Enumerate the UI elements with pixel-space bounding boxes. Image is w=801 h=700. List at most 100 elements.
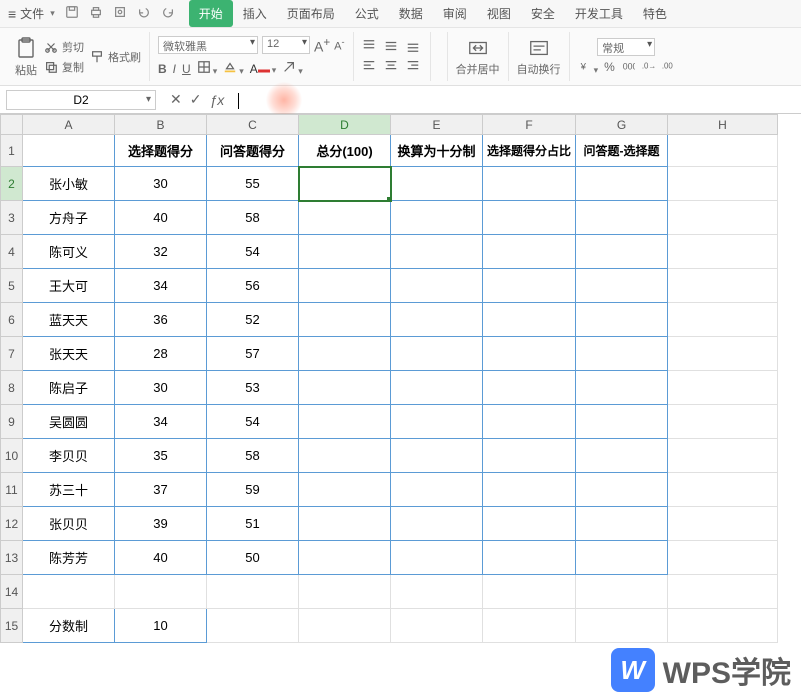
cell-C14[interactable]: [207, 575, 299, 609]
cell-C15[interactable]: [207, 609, 299, 643]
cell-G6[interactable]: [576, 303, 668, 337]
cell-B7[interactable]: 28: [115, 337, 207, 371]
cell-G13[interactable]: [576, 541, 668, 575]
cell-F7[interactable]: [483, 337, 576, 371]
cell-D11[interactable]: [299, 473, 391, 507]
tab-insert[interactable]: 插入: [233, 0, 277, 27]
cell-E9[interactable]: [391, 405, 483, 439]
tab-view[interactable]: 视图: [477, 0, 521, 27]
cell-F10[interactable]: [483, 439, 576, 473]
font-name-select[interactable]: 微软雅黑: [158, 36, 258, 54]
cell-D15[interactable]: [299, 609, 391, 643]
bold-button[interactable]: B: [158, 62, 167, 76]
align-bottom-button[interactable]: [406, 39, 422, 55]
cell-B11[interactable]: 37: [115, 473, 207, 507]
cell-E7[interactable]: [391, 337, 483, 371]
percent-button[interactable]: %: [604, 60, 615, 74]
cell-G3[interactable]: [576, 201, 668, 235]
row-header-9[interactable]: 9: [1, 405, 23, 439]
cell-F12[interactable]: [483, 507, 576, 541]
clear-format-button[interactable]: ▾: [282, 60, 303, 77]
cell-G14[interactable]: [576, 575, 668, 609]
align-top-button[interactable]: [362, 39, 378, 55]
cell-F11[interactable]: [483, 473, 576, 507]
cell-G9[interactable]: [576, 405, 668, 439]
col-header-E[interactable]: E: [391, 115, 483, 135]
row-header-14[interactable]: 14: [1, 575, 23, 609]
cell-D1[interactable]: 总分(100): [299, 135, 391, 167]
cell-G15[interactable]: [576, 609, 668, 643]
cell-C1[interactable]: 问答题得分: [207, 135, 299, 167]
cell-F15[interactable]: [483, 609, 576, 643]
align-middle-button[interactable]: [384, 39, 400, 55]
cell-H12[interactable]: [668, 507, 778, 541]
col-header-B[interactable]: B: [115, 115, 207, 135]
cell-A11[interactable]: 苏三十: [23, 473, 115, 507]
col-header-A[interactable]: A: [23, 115, 115, 135]
print-preview-icon[interactable]: [113, 5, 127, 22]
cell-H11[interactable]: [668, 473, 778, 507]
name-box[interactable]: D2: [6, 90, 156, 110]
cell-A10[interactable]: 李贝贝: [23, 439, 115, 473]
cell-C6[interactable]: 52: [207, 303, 299, 337]
cell-E11[interactable]: [391, 473, 483, 507]
cell-A12[interactable]: 张贝贝: [23, 507, 115, 541]
row-header-2[interactable]: 2: [1, 167, 23, 201]
cell-G12[interactable]: [576, 507, 668, 541]
cell-G2[interactable]: [576, 167, 668, 201]
cell-G11[interactable]: [576, 473, 668, 507]
cell-E13[interactable]: [391, 541, 483, 575]
col-header-D[interactable]: D: [299, 115, 391, 135]
cell-D4[interactable]: [299, 235, 391, 269]
font-color-button[interactable]: A▾: [250, 62, 277, 76]
cell-A6[interactable]: 蓝天天: [23, 303, 115, 337]
cell-H14[interactable]: [668, 575, 778, 609]
row-header-7[interactable]: 7: [1, 337, 23, 371]
row-header-12[interactable]: 12: [1, 507, 23, 541]
cell-H5[interactable]: [668, 269, 778, 303]
cell-C4[interactable]: 54: [207, 235, 299, 269]
align-left-button[interactable]: [362, 59, 378, 75]
col-header-C[interactable]: C: [207, 115, 299, 135]
merge-center-button[interactable]: 合并居中: [456, 37, 500, 77]
cell-A9[interactable]: 吴圆圆: [23, 405, 115, 439]
cell-A4[interactable]: 陈可义: [23, 235, 115, 269]
cell-C13[interactable]: 50: [207, 541, 299, 575]
cell-E10[interactable]: [391, 439, 483, 473]
cell-B1[interactable]: 选择题得分: [115, 135, 207, 167]
cell-E5[interactable]: [391, 269, 483, 303]
cell-C3[interactable]: 58: [207, 201, 299, 235]
print-icon[interactable]: [89, 5, 103, 22]
cell-F2[interactable]: [483, 167, 576, 201]
cell-D8[interactable]: [299, 371, 391, 405]
cell-A13[interactable]: 陈芳芳: [23, 541, 115, 575]
cell-E14[interactable]: [391, 575, 483, 609]
formula-input[interactable]: [238, 90, 801, 110]
cell-B12[interactable]: 39: [115, 507, 207, 541]
cell-E6[interactable]: [391, 303, 483, 337]
cell-H6[interactable]: [668, 303, 778, 337]
cell-B10[interactable]: 35: [115, 439, 207, 473]
cell-A1[interactable]: [23, 135, 115, 167]
cell-C12[interactable]: 51: [207, 507, 299, 541]
cell-B14[interactable]: [115, 575, 207, 609]
cell-A14[interactable]: [23, 575, 115, 609]
cell-D10[interactable]: [299, 439, 391, 473]
cell-A15[interactable]: 分数制: [23, 609, 115, 643]
cell-H9[interactable]: [668, 405, 778, 439]
cell-E8[interactable]: [391, 371, 483, 405]
cell-E2[interactable]: [391, 167, 483, 201]
col-header-F[interactable]: F: [483, 115, 576, 135]
cell-A8[interactable]: 陈启子: [23, 371, 115, 405]
cell-D2[interactable]: [299, 167, 391, 201]
cell-E4[interactable]: [391, 235, 483, 269]
row-header-5[interactable]: 5: [1, 269, 23, 303]
cell-F1[interactable]: 选择题得分占比: [483, 135, 576, 167]
cell-E1[interactable]: 换算为十分制: [391, 135, 483, 167]
fx-icon[interactable]: ƒx: [209, 92, 224, 108]
cell-H1[interactable]: [668, 135, 778, 167]
cell-D9[interactable]: [299, 405, 391, 439]
cell-A3[interactable]: 方舟子: [23, 201, 115, 235]
align-center-button[interactable]: [384, 59, 400, 75]
cell-H3[interactable]: [668, 201, 778, 235]
